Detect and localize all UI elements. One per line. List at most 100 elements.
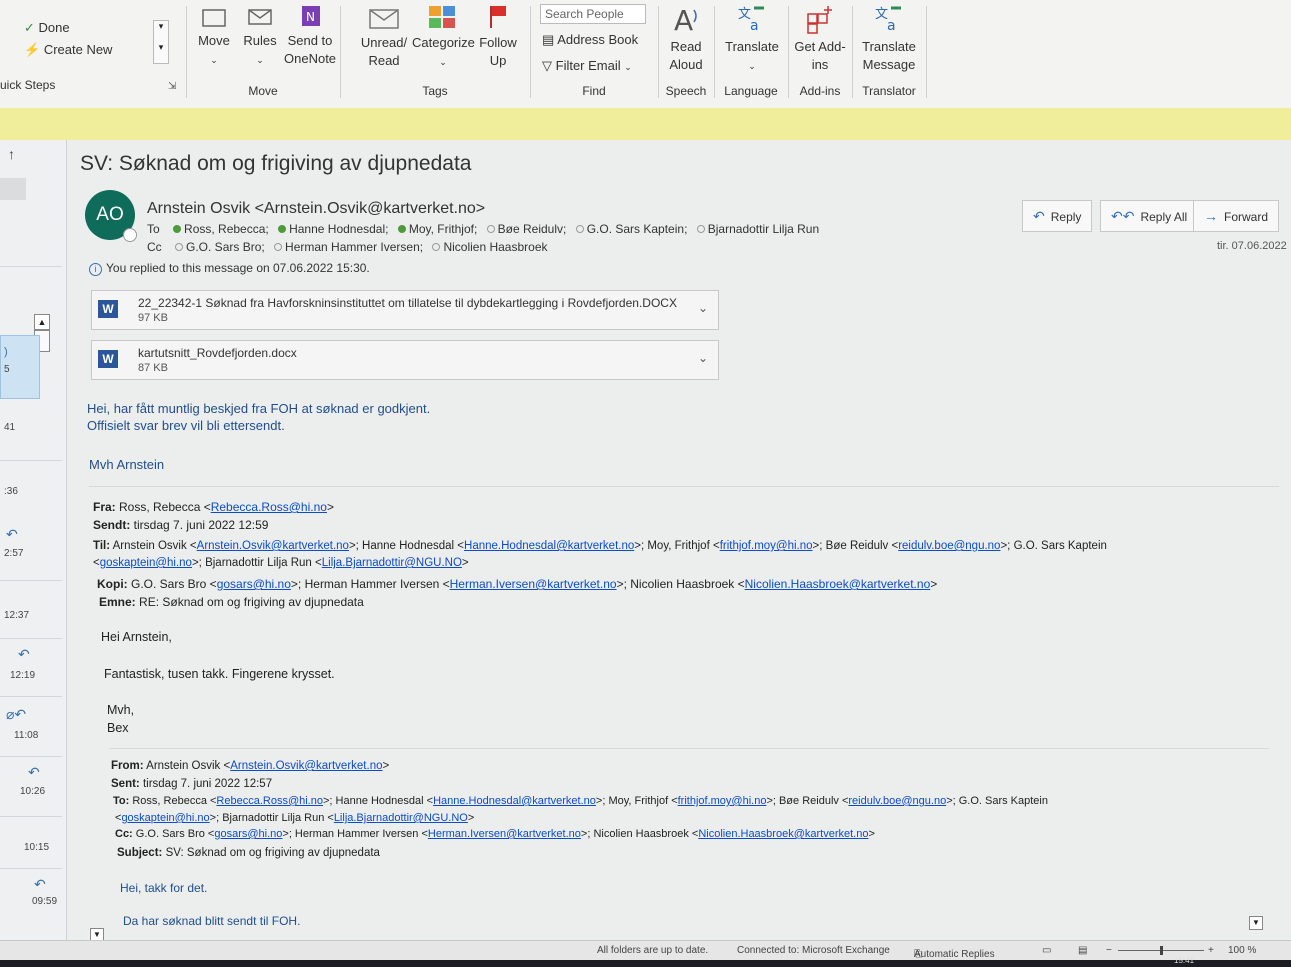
search-people-input[interactable]: Search People bbox=[540, 4, 646, 24]
email-link[interactable]: Lilja.Bjarnadottir@NGU.NO bbox=[322, 557, 462, 569]
addins-group: Get Add-ins Add-ins bbox=[790, 0, 850, 106]
reply-all-button[interactable]: ↶↶ Reply All bbox=[1100, 200, 1199, 232]
email-link[interactable]: goskaptein@hi.no bbox=[100, 557, 192, 569]
move-group: Move ⌄ Rules ⌄ N Send to OneNote Move bbox=[188, 0, 338, 106]
email-link[interactable]: Rebecca.Ross@hi.no bbox=[216, 795, 323, 807]
quick-steps-scroll[interactable]: ▾ ▾ bbox=[153, 20, 169, 64]
tags-group: Unread/ Read Categorize ⌄ Follow Up Tags bbox=[342, 0, 528, 106]
email-link[interactable]: frithjof.moy@hi.no bbox=[720, 540, 813, 552]
list-item[interactable] bbox=[0, 178, 26, 200]
recipient[interactable]: Bøe Reidulv; bbox=[498, 222, 567, 236]
reading-view-icon[interactable]: ▤ bbox=[1078, 945, 1087, 956]
recipient[interactable]: Herman Hammer Iversen; bbox=[285, 240, 423, 254]
find-group: Search People ▤ Address Book ▽ Filter Em… bbox=[532, 0, 656, 106]
email-link[interactable]: reidulv.boe@ngu.no bbox=[848, 795, 946, 807]
attachment[interactable]: W 22_22342-1 Søknad fra Havforskninsinst… bbox=[91, 290, 719, 330]
follow-up-button[interactable]: Follow Up bbox=[476, 4, 520, 70]
zoom-in-button[interactable]: + bbox=[1208, 945, 1214, 956]
email-link[interactable]: goskaptein@hi.no bbox=[121, 812, 209, 824]
zoom-slider-thumb[interactable] bbox=[1160, 946, 1163, 955]
email-link[interactable]: frithjof.moy@hi.no bbox=[678, 795, 767, 807]
svg-text:a: a bbox=[887, 18, 896, 34]
zoom-out-button[interactable]: − bbox=[1106, 945, 1112, 956]
chevron-down-icon[interactable]: ⌄ bbox=[698, 301, 708, 315]
scroll-up-icon[interactable]: ▲ bbox=[34, 314, 50, 330]
categorize-button[interactable]: Categorize ⌄ bbox=[412, 4, 475, 71]
recipient[interactable]: Moy, Frithjof; bbox=[409, 222, 477, 236]
email-link[interactable]: Hanne.Hodnesdal@kartverket.no bbox=[464, 540, 634, 552]
recipient[interactable]: Hanne Hodnesdal; bbox=[289, 222, 388, 236]
quick-step-create-new[interactable]: ⚡ Create New bbox=[24, 42, 112, 58]
rules-button[interactable]: Rules ⌄ bbox=[240, 4, 280, 69]
speech-group-label: Speech bbox=[665, 84, 707, 98]
taskbar-clock: 15:41 bbox=[1174, 956, 1195, 965]
quote-sent: Sent: tirsdag 7. juni 2022 12:57 bbox=[111, 778, 273, 790]
status-bar: All folders are up to date. Connected to… bbox=[0, 940, 1291, 961]
recipient[interactable]: G.O. Sars Bro; bbox=[186, 240, 265, 254]
reply-icon: ↶ bbox=[18, 646, 30, 662]
email-link[interactable]: Herman.Iversen@kartverket.no bbox=[428, 828, 581, 840]
presence-icon bbox=[173, 225, 182, 233]
quote-line: Da har søknad blitt sendt til FOH. bbox=[123, 914, 301, 928]
address-book-button[interactable]: ▤ Address Book bbox=[542, 32, 638, 48]
translator-group: 文a Translate Message Translator bbox=[854, 0, 924, 106]
scroll-down-icon[interactable]: ▼ bbox=[1249, 916, 1263, 930]
email-link[interactable]: Nicolien.Haasbroek@kartverket.no bbox=[698, 828, 868, 840]
recipient[interactable]: Nicolien Haasbroek bbox=[443, 240, 547, 254]
email-link[interactable]: gosars@hi.no bbox=[217, 577, 291, 591]
taskbar: 15:41 bbox=[0, 956, 1291, 967]
email-link[interactable]: Arnstein.Osvik@kartverket.no bbox=[230, 760, 382, 772]
addins-icon bbox=[807, 6, 832, 34]
filter-email-button[interactable]: ▽ Filter Email ⌄ bbox=[542, 58, 632, 74]
move-button[interactable]: Move ⌄ bbox=[194, 4, 234, 69]
attachment[interactable]: W kartutsnitt_Rovdefjorden.docx 87 KB ⌄ bbox=[91, 340, 719, 380]
list-time: 09:59 bbox=[32, 896, 58, 907]
cc-line: Cc G.O. Sars Bro; Herman Hammer Iversen;… bbox=[147, 240, 548, 254]
attachment-name: 22_22342-1 Søknad fra Havforskninsinstit… bbox=[138, 296, 677, 310]
recipient[interactable]: Bjarnadottir Lilja Run bbox=[708, 222, 819, 236]
get-addins-button[interactable]: Get Add-ins bbox=[792, 4, 848, 74]
presence-icon bbox=[278, 225, 287, 233]
speech-group: A Read Aloud Speech bbox=[660, 0, 712, 106]
unread-read-button[interactable]: Unread/ Read bbox=[354, 4, 414, 70]
translate-button[interactable]: 文a Translate ⌄ bbox=[722, 4, 782, 75]
email-link[interactable]: Rebecca.Ross@hi.no bbox=[211, 500, 327, 514]
reply-button[interactable]: ↶ Reply bbox=[1022, 200, 1093, 232]
email-link[interactable]: Nicolien.Haasbroek@kartverket.no bbox=[745, 577, 931, 591]
read-aloud-button[interactable]: A Read Aloud bbox=[662, 4, 710, 74]
chevron-down-icon[interactable]: ⌄ bbox=[698, 351, 708, 365]
presence-icon bbox=[175, 243, 184, 251]
email-link[interactable]: Arnstein.Osvik@kartverket.no bbox=[197, 540, 349, 552]
zoom-level[interactable]: 100 % bbox=[1228, 945, 1256, 956]
quote-cc: Cc: G.O. Sars Bro <gosars@hi.no>; Herman… bbox=[115, 828, 875, 840]
quick-step-done[interactable]: ✓ Done bbox=[24, 20, 70, 36]
message-date: tir. 07.06.2022 bbox=[1217, 240, 1287, 252]
email-link[interactable]: gosars@hi.no bbox=[214, 828, 282, 840]
email-link[interactable]: Lilja.Bjarnadottir@NGU.NO bbox=[334, 812, 468, 824]
sort-arrow-icon[interactable]: ↑ bbox=[8, 146, 15, 162]
quote-mvh: Mvh, bbox=[107, 703, 135, 717]
reply-icon: ↶ bbox=[28, 764, 40, 780]
status-folders: All folders are up to date. bbox=[597, 945, 709, 956]
recipient[interactable]: Ross, Rebecca; bbox=[184, 222, 269, 236]
email-link[interactable]: Hanne.Hodnesdal@kartverket.no bbox=[433, 795, 596, 807]
presence-icon bbox=[123, 228, 137, 242]
translate-message-button[interactable]: 文a Translate Message bbox=[856, 4, 922, 74]
quote-name: Bex bbox=[107, 721, 129, 735]
quick-steps-label: uick Steps bbox=[0, 78, 56, 92]
email-link[interactable]: Herman.Iversen@kartverket.no bbox=[450, 577, 617, 591]
list-item-selected[interactable]: ) 5 bbox=[0, 335, 40, 399]
list-time: 41 bbox=[4, 422, 16, 433]
quote-from: Fra: Ross, Rebecca <Rebecca.Ross@hi.no> bbox=[93, 500, 334, 514]
normal-view-icon[interactable]: ▭ bbox=[1042, 945, 1051, 956]
quote-greeting: Hei Arnstein, bbox=[101, 630, 172, 644]
quote-to: Til: Arnstein Osvik <Arnstein.Osvik@kart… bbox=[93, 540, 1107, 552]
quote-subject: Emne: RE: Søknad om og frigiving av djup… bbox=[99, 595, 364, 609]
signoff: Mvh Arnstein bbox=[89, 457, 165, 472]
forward-button[interactable]: → Forward bbox=[1193, 200, 1280, 232]
email-link[interactable]: reidulv.boe@ngu.no bbox=[898, 540, 1000, 552]
recipient[interactable]: G.O. Sars Kaptein; bbox=[587, 222, 688, 236]
dialog-launcher-icon[interactable]: ⇲ bbox=[168, 81, 176, 92]
send-to-onenote-button[interactable]: N Send to OneNote bbox=[284, 4, 336, 68]
sender[interactable]: Arnstein Osvik <Arnstein.Osvik@kartverke… bbox=[147, 200, 485, 218]
